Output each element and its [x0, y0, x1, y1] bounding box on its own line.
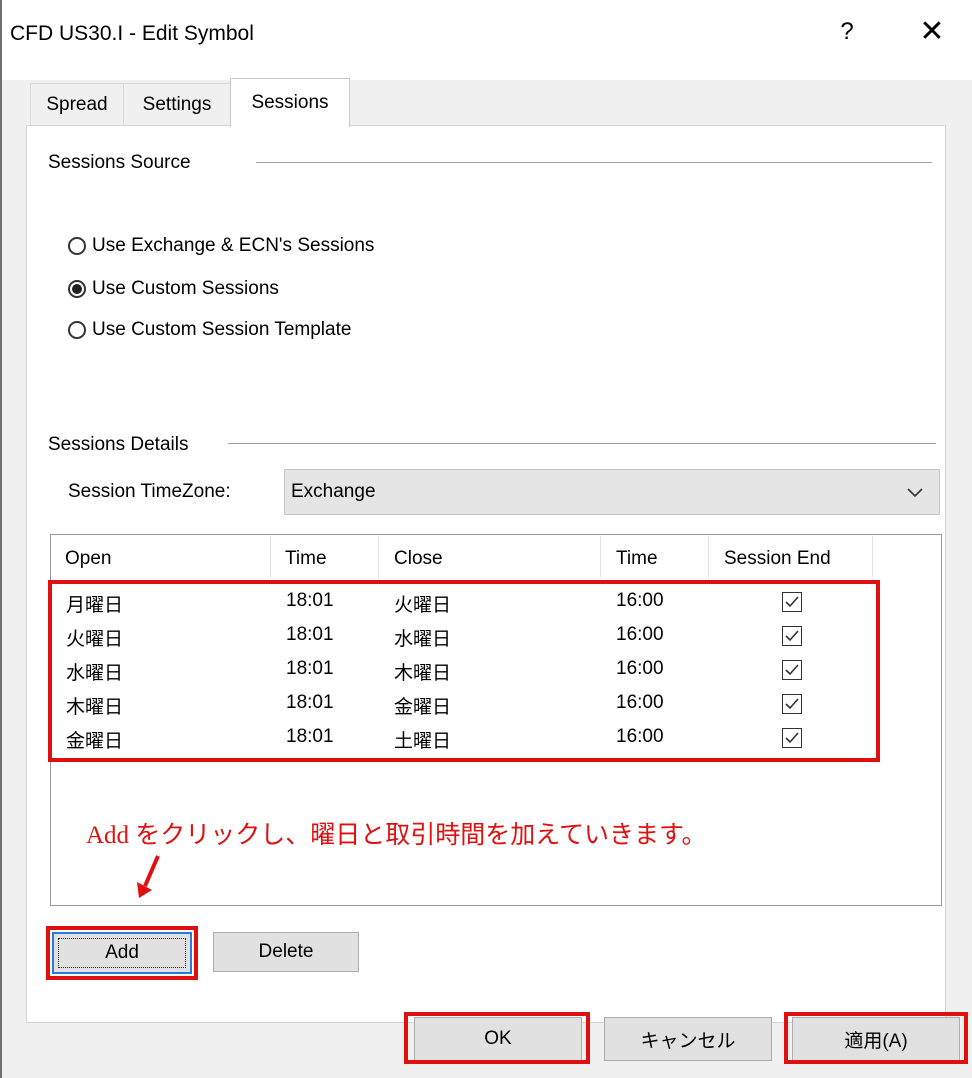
radio-label: Use Custom Session Template: [92, 319, 352, 340]
window-title: CFD US30.I - Edit Symbol: [10, 22, 254, 45]
session-end-checkbox[interactable]: [782, 728, 802, 748]
delete-button[interactable]: Delete: [213, 932, 359, 972]
column-header-open[interactable]: Open: [65, 548, 111, 574]
table-cell-open: 水曜日: [66, 663, 124, 684]
table-cell-open-time: 18:01: [286, 658, 334, 679]
radio-selected-icon: [68, 280, 86, 298]
radio-label: Use Custom Sessions: [92, 278, 279, 299]
radio-button-icon: [68, 237, 86, 255]
table-cell-open-time: 18:01: [286, 692, 334, 713]
column-separator: [378, 536, 379, 578]
timezone-select[interactable]: Exchange: [284, 469, 940, 515]
sessions-source-label: Sessions Source: [48, 152, 191, 173]
radio-custom-sessions[interactable]: Use Custom Sessions: [68, 278, 279, 300]
tab-sessions[interactable]: Sessions: [230, 78, 350, 127]
group-divider: [256, 162, 932, 163]
focus-rectangle: [58, 938, 186, 968]
checkmark-icon: [785, 630, 799, 642]
column-separator: [872, 536, 873, 578]
table-cell-open: 木曜日: [66, 697, 124, 718]
table-cell-open: 火曜日: [66, 629, 124, 650]
radio-label: Use Exchange & ECN's Sessions: [92, 235, 375, 256]
checkmark-icon: [785, 664, 799, 676]
chevron-down-icon: [907, 488, 923, 498]
table-cell-close-time: 16:00: [616, 726, 664, 747]
tab-label: Spread: [46, 94, 108, 115]
column-separator: [270, 536, 271, 578]
timezone-value: Exchange: [291, 481, 376, 502]
session-end-checkbox[interactable]: [782, 592, 802, 612]
radio-button-icon: [68, 321, 86, 339]
help-icon[interactable]: ?: [832, 18, 862, 46]
tab-settings[interactable]: Settings: [123, 83, 231, 126]
sessions-details-label: Sessions Details: [48, 434, 189, 455]
table-cell-close: 金曜日: [394, 697, 452, 718]
apply-button-label: 適用(A): [844, 1030, 908, 1052]
column-separator: [600, 536, 601, 578]
table-cell-close-time: 16:00: [616, 692, 664, 713]
active-tab-joiner: [231, 124, 347, 128]
add-button[interactable]: Add: [52, 932, 192, 974]
checkmark-icon: [785, 732, 799, 744]
group-divider: [228, 443, 936, 444]
checkmark-icon: [785, 698, 799, 710]
session-end-checkbox[interactable]: [782, 694, 802, 714]
apply-button[interactable]: 適用(A): [792, 1017, 960, 1061]
timezone-label: Session TimeZone:: [68, 481, 231, 502]
table-cell-open-time: 18:01: [286, 726, 334, 747]
table-cell-open: 金曜日: [66, 731, 124, 752]
cancel-button[interactable]: キャンセル: [604, 1017, 772, 1061]
close-icon[interactable]: ✕: [914, 14, 950, 49]
checkmark-icon: [785, 596, 799, 608]
session-end-checkbox[interactable]: [782, 626, 802, 646]
table-cell-open: 月曜日: [66, 595, 124, 616]
session-end-checkbox[interactable]: [782, 660, 802, 680]
table-cell-open-time: 18:01: [286, 590, 334, 611]
column-header-session-end[interactable]: Session End: [724, 548, 831, 574]
arrow-down-icon: [137, 855, 160, 898]
table-cell-close: 水曜日: [394, 629, 452, 650]
column-separator: [708, 536, 709, 578]
radio-custom-template[interactable]: Use Custom Session Template: [68, 319, 351, 341]
tab-label: Sessions: [251, 92, 329, 113]
column-header-close[interactable]: Close: [394, 548, 443, 574]
cancel-button-label: キャンセル: [640, 1030, 736, 1052]
table-cell-open-time: 18:01: [286, 624, 334, 645]
column-header-close-time[interactable]: Time: [616, 548, 658, 574]
annotation-text: Add をクリックし、曜日と取引時間を加えていきます。: [86, 822, 707, 849]
table-cell-close-time: 16:00: [616, 624, 664, 645]
table-cell-close: 木曜日: [394, 663, 452, 684]
table-cell-close: 火曜日: [394, 595, 452, 616]
table-cell-close: 土曜日: [394, 731, 452, 752]
ok-button[interactable]: OK: [414, 1017, 582, 1061]
column-header-open-time[interactable]: Time: [285, 548, 327, 574]
table-cell-close-time: 16:00: [616, 590, 664, 611]
tab-spread[interactable]: Spread: [30, 83, 124, 126]
tab-label: Settings: [142, 94, 212, 115]
delete-button-label: Delete: [258, 941, 314, 962]
table-cell-close-time: 16:00: [616, 658, 664, 679]
radio-exchange-ecn[interactable]: Use Exchange & ECN's Sessions: [68, 235, 374, 257]
ok-button-label: OK: [484, 1028, 512, 1049]
